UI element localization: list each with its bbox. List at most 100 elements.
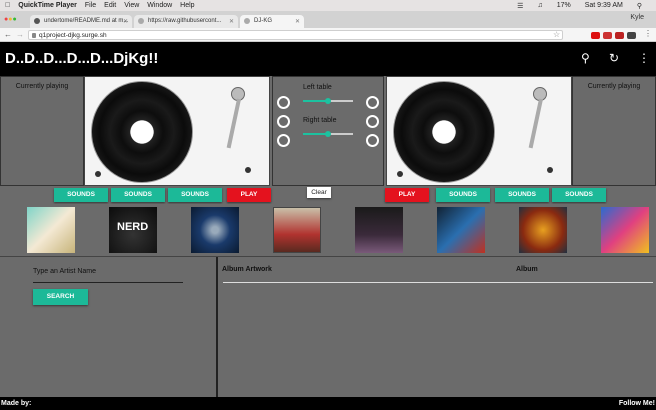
left-cue-circle[interactable] — [277, 115, 290, 128]
menubar-window[interactable]: Window — [147, 2, 172, 9]
album-cover[interactable]: NERD — [109, 207, 157, 253]
close-icon[interactable]: ✕ — [123, 18, 128, 25]
left-table-slider-knob[interactable] — [325, 98, 331, 104]
tab-raw[interactable]: https://raw.githubusercont... ✕ — [134, 15, 238, 28]
artist-search-input[interactable] — [33, 282, 183, 283]
left-pitch-knob[interactable] — [245, 167, 251, 173]
menubar-help[interactable]: Help — [180, 2, 194, 9]
refresh-icon[interactable]: ↻ — [609, 51, 619, 65]
right-pitch-knob[interactable] — [547, 167, 553, 173]
browser-tabstrip: ●●● undertome/README.md at m... ✕ https:… — [0, 11, 656, 28]
tab-label: DJ-KG — [254, 18, 272, 24]
tab-label: https://raw.githubusercont... — [148, 18, 222, 24]
left-now-playing-label: Currently playing — [15, 83, 69, 90]
window-controls[interactable]: ●●● — [4, 16, 17, 23]
app-header: D..D..D...D...D...DjKg!! ⚲ ↻ ⋮ — [0, 42, 656, 76]
battery-percent[interactable]: 17% — [557, 2, 571, 9]
clock[interactable]: Sat 9:39 AM — [585, 2, 623, 9]
album-cover[interactable] — [519, 207, 567, 253]
right-sounds-button-2[interactable]: SOUNDS — [495, 188, 549, 202]
url-input[interactable]: q1project-djkg.surge.sh — [28, 30, 563, 40]
github-icon — [34, 18, 40, 24]
results-divider — [223, 282, 653, 283]
clear-button[interactable]: Clear — [307, 187, 331, 198]
right-turntable[interactable] — [386, 76, 572, 186]
follow-me[interactable]: Follow Me! — [619, 400, 655, 407]
volume-icon[interactable]: ♫ — [537, 2, 542, 9]
right-sounds-button-1[interactable]: SOUNDS — [436, 188, 490, 202]
results-panel: Album Artwork Album — [220, 257, 656, 398]
menubar-edit[interactable]: Edit — [104, 2, 116, 9]
right-tonearm[interactable] — [528, 98, 543, 149]
apple-icon[interactable]:  — [5, 2, 10, 9]
left-sounds-button-2[interactable]: SOUNDS — [111, 188, 165, 202]
menubar-view[interactable]: View — [124, 2, 139, 9]
url-text: q1project-djkg.surge.sh — [39, 32, 107, 39]
left-record[interactable] — [91, 81, 193, 183]
col-album: Album — [516, 266, 538, 273]
left-cue-circle[interactable] — [277, 134, 290, 147]
right-now-playing-label: Currently playing — [587, 83, 641, 90]
chrome-menu-icon[interactable]: ⋮ — [644, 29, 652, 38]
menubar-app-name[interactable]: QuickTime Player — [18, 2, 77, 9]
album-cover[interactable] — [191, 207, 239, 253]
forward-icon[interactable]: → — [16, 30, 24, 39]
address-bar-row: ← → q1project-djkg.surge.sh ☆ ⋮ — [0, 28, 656, 42]
back-icon[interactable]: ← — [4, 30, 12, 39]
extension-icon[interactable] — [591, 32, 600, 39]
right-record[interactable] — [393, 81, 495, 183]
album-cover[interactable] — [437, 207, 485, 253]
mixer-panel: Left table Right table — [272, 76, 384, 186]
lock-icon — [32, 33, 36, 38]
controls-row: SOUNDS SOUNDS SOUNDS PLAY Clear PLAY SOU… — [0, 186, 656, 204]
left-cue-circle[interactable] — [277, 96, 290, 109]
left-sounds-button-3[interactable]: SOUNDS — [168, 188, 222, 202]
artist-input-label: Type an Artist Name — [33, 268, 97, 275]
album-cover[interactable] — [27, 207, 75, 253]
right-cue-circle[interactable] — [366, 134, 379, 147]
left-table-slider[interactable] — [303, 98, 353, 104]
right-table-label: Right table — [303, 117, 337, 124]
search-section: Type an Artist Name SEARCH Album Artwork… — [0, 256, 656, 398]
search-button[interactable]: SEARCH — [33, 289, 88, 305]
close-icon[interactable]: ✕ — [229, 18, 234, 25]
album-cover[interactable] — [601, 207, 649, 253]
left-play-button[interactable]: PLAY — [227, 188, 271, 202]
page-title: D..D..D...D...D...DjKg!! — [5, 50, 159, 67]
tab-readme[interactable]: undertome/README.md at m... ✕ — [30, 15, 132, 28]
left-sounds-button-1[interactable]: SOUNDS — [54, 188, 108, 202]
album-cover[interactable] — [355, 207, 403, 253]
spotlight-icon[interactable]: ⚲ — [637, 2, 642, 10]
right-play-button[interactable]: PLAY — [385, 188, 429, 202]
more-vert-icon[interactable]: ⋮ — [638, 51, 650, 65]
mac-menubar:  QuickTime Player File Edit View Window… — [0, 0, 656, 11]
album-logo: NERD — [117, 221, 149, 233]
right-table-slider-knob[interactable] — [325, 131, 331, 137]
footer: Made by: Follow Me! — [0, 397, 656, 410]
menubar-file[interactable]: File — [85, 2, 96, 9]
right-sounds-button-3[interactable]: SOUNDS — [552, 188, 606, 202]
search-icon[interactable]: ⚲ — [581, 51, 590, 65]
right-table-slider[interactable] — [303, 131, 353, 137]
bookmark-star-icon[interactable]: ☆ — [553, 30, 560, 39]
extension-icon[interactable] — [615, 32, 624, 39]
tab-djkg[interactable]: DJ-KG ✕ — [240, 15, 304, 28]
decks-area: Currently playing Left table Right table — [0, 76, 656, 186]
right-cue-circle[interactable] — [366, 96, 379, 109]
close-icon[interactable]: ✕ — [295, 18, 300, 25]
left-table-label: Left table — [303, 84, 332, 91]
left-turntable[interactable] — [84, 76, 270, 186]
left-start-button[interactable] — [95, 171, 101, 177]
right-cue-circle[interactable] — [366, 115, 379, 128]
right-start-button[interactable] — [397, 171, 403, 177]
album-cover[interactable] — [273, 207, 321, 253]
extension-icon[interactable] — [603, 32, 612, 39]
left-now-playing: Currently playing — [0, 76, 84, 186]
col-album-artwork: Album Artwork — [222, 266, 272, 273]
search-panel: Type an Artist Name SEARCH — [0, 257, 218, 398]
left-tonearm[interactable] — [226, 98, 241, 149]
profile-name[interactable]: Kyle — [630, 14, 644, 21]
album-strip: NERD — [0, 204, 656, 256]
wifi-icon[interactable]: ☰ — [517, 2, 523, 10]
extension-icon[interactable] — [627, 32, 636, 39]
